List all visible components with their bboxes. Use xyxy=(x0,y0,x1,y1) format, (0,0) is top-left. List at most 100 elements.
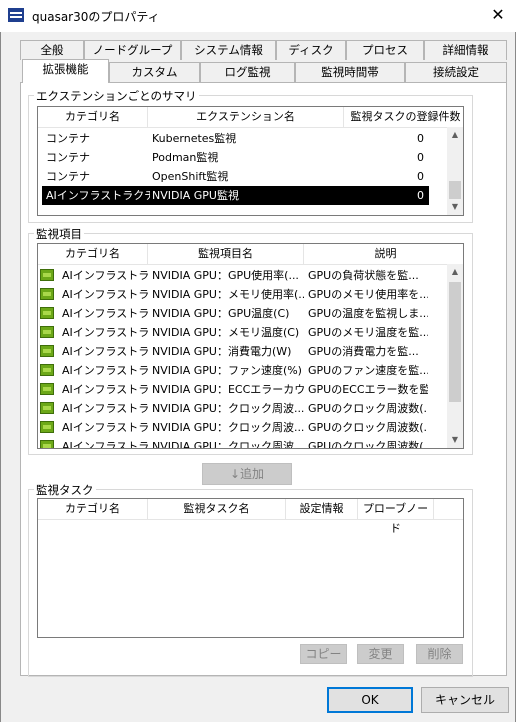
summary-list-header: カテゴリ名 エクステンション名 監視タスクの登録件数 xyxy=(38,107,463,128)
scroll-up-arrow-icon[interactable]: ▲ xyxy=(447,127,463,143)
tab-custom[interactable]: カスタム xyxy=(109,62,200,82)
item-cell-category: AIインフラストラ... xyxy=(62,383,148,396)
item-cell-category: AIインフラストラ... xyxy=(62,402,148,415)
gpu-card-icon xyxy=(40,402,54,414)
summary-group-label: エクステンションごとのサマリ xyxy=(34,88,199,104)
scroll-down-arrow-icon[interactable]: ▼ xyxy=(447,199,463,215)
gpu-card-icon xyxy=(40,307,54,319)
item-cell-category: AIインフラストラ... xyxy=(62,288,148,301)
scroll-up-arrow-icon[interactable]: ▲ xyxy=(447,264,463,280)
item-row[interactable]: AIインフラストラ... NVIDIA GPU：メモリ温度(C) GPUのメモリ温度… xyxy=(38,323,429,342)
items-header-name[interactable]: 監視項目名 xyxy=(148,244,304,264)
item-cell-name: NVIDIA GPU：メモリ温度(C) xyxy=(152,326,300,339)
item-row[interactable]: AIインフラストラ... NVIDIA GPU：GPU使用率(... GPUの負荷状… xyxy=(38,266,429,285)
items-list-header: カテゴリ名 監視項目名 説明 xyxy=(38,244,463,265)
item-row[interactable]: AIインフラストラ... NVIDIA GPU：クロック周波... GPUのクロック… xyxy=(38,437,429,449)
tasks-header-name[interactable]: 監視タスク名 xyxy=(148,499,286,519)
close-icon[interactable]: ✕ xyxy=(486,4,510,26)
items-header-category[interactable]: カテゴリ名 xyxy=(38,244,148,264)
item-cell-name: NVIDIA GPU：GPU使用率(... xyxy=(152,269,299,282)
tab-disk[interactable]: ディスク xyxy=(276,40,346,60)
summary-cell-extension: OpenShift監視 xyxy=(152,170,229,183)
item-cell-name: NVIDIA GPU：クロック周波... xyxy=(152,440,304,449)
items-scrollbar[interactable]: ▲ ▼ xyxy=(447,264,463,448)
item-row[interactable]: AIインフラストラ... NVIDIA GPU：GPU温度(C) GPUの温度を監視… xyxy=(38,304,429,323)
scroll-down-arrow-icon[interactable]: ▼ xyxy=(447,432,463,448)
gpu-card-icon xyxy=(40,421,54,433)
summary-cell-count: 0 xyxy=(417,170,424,183)
summary-row[interactable]: コンテナ Kubernetes監視 0 xyxy=(38,129,429,148)
copy-button[interactable]: コピー xyxy=(300,644,347,664)
items-scroll-thumb[interactable] xyxy=(449,282,461,402)
items-header-description[interactable]: 説明 xyxy=(304,244,463,264)
item-cell-description: GPUのメモリ温度を監... xyxy=(308,326,428,339)
item-cell-description: GPUの消費電力を監... xyxy=(308,345,419,358)
item-cell-description: GPUのクロック周波数(... xyxy=(308,421,428,434)
summary-scroll-thumb[interactable] xyxy=(449,181,461,199)
window-title: quasar30のプロパティ xyxy=(32,10,160,24)
item-cell-description: GPUのファン速度を監... xyxy=(308,364,428,377)
tab-connection[interactable]: 接続設定 xyxy=(405,62,507,82)
gpu-card-icon xyxy=(40,383,54,395)
summary-cell-extension: NVIDIA GPU監視 xyxy=(152,189,239,202)
item-row[interactable]: AIインフラストラ... NVIDIA GPU：ECCエラーカウ... GPUのEC… xyxy=(38,380,429,399)
summary-list[interactable]: カテゴリ名 エクステンション名 監視タスクの登録件数 コンテナ Kubernet… xyxy=(37,106,464,216)
item-cell-name: NVIDIA GPU：クロック周波... xyxy=(152,421,304,434)
summary-cell-count: 0 xyxy=(417,151,424,164)
item-cell-description: GPUのクロック周波数(... xyxy=(308,440,428,449)
summary-cell-extension: Kubernetes監視 xyxy=(152,132,237,145)
summary-cell-count: 0 xyxy=(417,132,424,145)
summary-header-category[interactable]: カテゴリ名 xyxy=(38,107,148,127)
summary-row[interactable]: コンテナ Podman監視 0 xyxy=(38,148,429,167)
item-cell-name: NVIDIA GPU：GPU温度(C) xyxy=(152,307,290,320)
tasks-group-label: 監視タスク xyxy=(34,482,96,498)
summary-row-selected[interactable]: AIインフラストラクチ... NVIDIA GPU監視 0 xyxy=(42,186,429,205)
item-cell-description: GPUのECCエラー数を監... xyxy=(308,383,428,396)
tab-node-group[interactable]: ノードグループ xyxy=(84,40,181,60)
tasks-list[interactable]: カテゴリ名 監視タスク名 設定情報 プローブノード xyxy=(37,498,464,638)
delete-button[interactable]: 削除 xyxy=(416,644,463,664)
item-cell-description: GPUの負荷状態を監... xyxy=(308,269,419,282)
tab-extensions[interactable]: 拡張機能 xyxy=(22,59,109,83)
item-cell-name: NVIDIA GPU：メモリ使用率(... xyxy=(152,288,304,301)
summary-scrollbar[interactable]: ▲ ▼ xyxy=(447,127,463,215)
gpu-card-icon xyxy=(40,364,54,376)
item-cell-category: AIインフラストラ... xyxy=(62,307,148,320)
ok-button[interactable]: OK xyxy=(327,687,413,713)
gpu-card-icon xyxy=(40,288,54,300)
items-list[interactable]: カテゴリ名 監視項目名 説明 AIインフラストラ... NVIDIA GPU：GP… xyxy=(37,243,464,449)
summary-header-count[interactable]: 監視タスクの登録件数 xyxy=(344,107,463,127)
edit-button[interactable]: 変更 xyxy=(357,644,404,664)
item-cell-description: GPUの温度を監視しま... xyxy=(308,307,428,320)
item-cell-description: GPUのメモリ使用率を... xyxy=(308,288,428,301)
summary-cell-count: 0 xyxy=(417,189,424,202)
item-cell-name: NVIDIA GPU：ファン速度(%) xyxy=(152,364,302,377)
tasks-list-header: カテゴリ名 監視タスク名 設定情報 プローブノード xyxy=(38,499,463,535)
cancel-button[interactable]: キャンセル xyxy=(421,687,509,713)
tab-system-info[interactable]: システム情報 xyxy=(181,40,276,60)
item-row[interactable]: AIインフラストラ... NVIDIA GPU：クロック周波... GPUのクロック… xyxy=(38,418,429,437)
item-row[interactable]: AIインフラストラ... NVIDIA GPU：ファン速度(%) GPUのファン速度… xyxy=(38,361,429,380)
tasks-header-settings[interactable]: 設定情報 xyxy=(286,499,358,519)
gpu-card-icon xyxy=(40,269,54,281)
tab-process[interactable]: プロセス xyxy=(346,40,424,60)
tab-details[interactable]: 詳細情報 xyxy=(424,40,507,60)
add-button[interactable]: ↓追加 xyxy=(202,463,292,485)
summary-row[interactable]: コンテナ OpenShift監視 0 xyxy=(38,167,429,186)
tasks-header-category[interactable]: カテゴリ名 xyxy=(38,499,148,519)
summary-cell-category: コンテナ xyxy=(46,170,90,183)
item-row[interactable]: AIインフラストラ... NVIDIA GPU：クロック周波... GPUのクロック… xyxy=(38,399,429,418)
summary-header-extension[interactable]: エクステンション名 xyxy=(148,107,344,127)
summary-cell-category: AIインフラストラクチ... xyxy=(46,189,150,202)
tab-monitor-hours[interactable]: 監視時間帯 xyxy=(295,62,405,82)
item-row[interactable]: AIインフラストラ... NVIDIA GPU：メモリ使用率(... GPUのメモリ… xyxy=(38,285,429,304)
tab-general[interactable]: 全般 xyxy=(20,40,84,60)
tasks-header-probe-node[interactable]: プローブノード xyxy=(358,499,434,535)
gpu-card-icon xyxy=(40,345,54,357)
item-cell-category: AIインフラストラ... xyxy=(62,364,148,377)
item-cell-description: GPUのクロック周波数(... xyxy=(308,402,428,415)
item-cell-name: NVIDIA GPU：消費電力(W) xyxy=(152,345,292,358)
item-row[interactable]: AIインフラストラ... NVIDIA GPU：消費電力(W) GPUの消費電力を監… xyxy=(38,342,429,361)
tab-log-monitor[interactable]: ログ監視 xyxy=(200,62,295,82)
item-cell-category: AIインフラストラ... xyxy=(62,345,148,358)
